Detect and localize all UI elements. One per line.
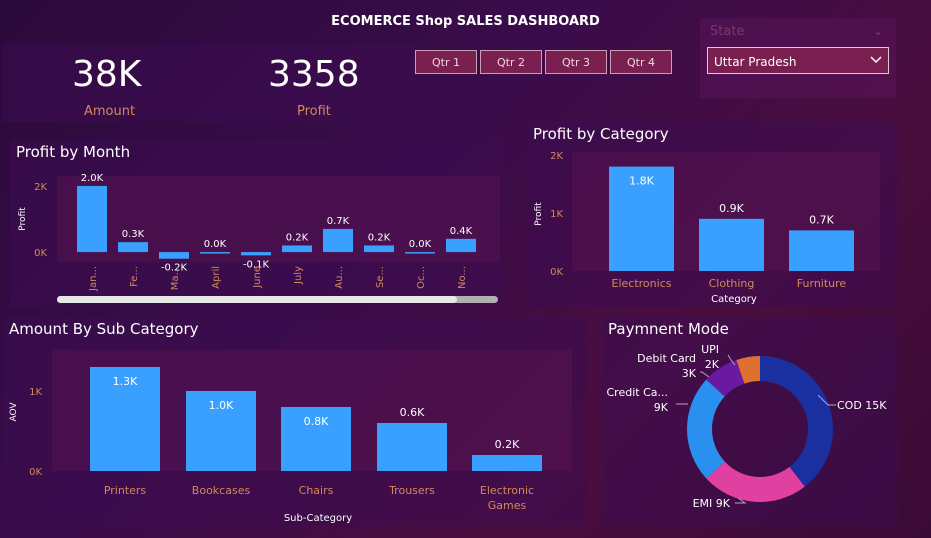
- legend-label: Debit Card: [637, 352, 696, 365]
- slice-label: 2K: [705, 358, 720, 371]
- slice-label: 3K: [682, 367, 697, 380]
- legend-label: Credit Ca...: [607, 386, 669, 399]
- leader-line: [700, 371, 710, 378]
- pie-slice: [760, 356, 833, 487]
- slice-label: 9K: [654, 401, 669, 414]
- payment-mode-chart: COD 15K EMI 9K Credit Ca... 9K Debit Card 3K U…: [607, 343, 888, 510]
- slice-label: COD 15K: [837, 399, 887, 412]
- legend-label: UPI: [701, 343, 719, 356]
- slice-label: EMI 9K: [693, 497, 731, 510]
- pie-slice: [686, 379, 725, 479]
